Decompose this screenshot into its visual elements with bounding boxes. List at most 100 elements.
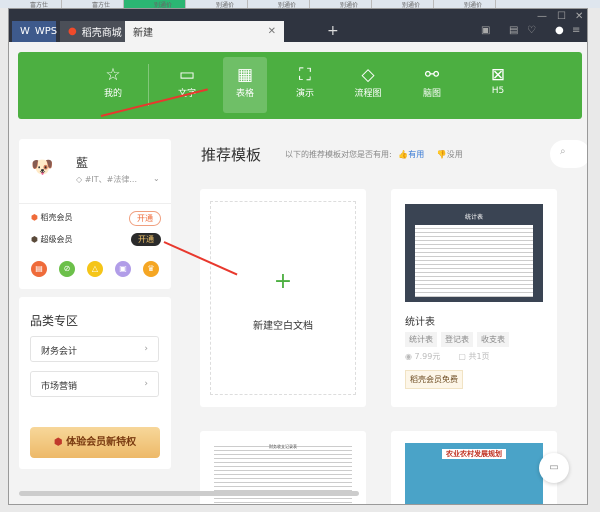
app-icon[interactable]: ⊘ xyxy=(59,261,75,277)
trial-membership-button[interactable]: ⬢ 体验会员新特权 xyxy=(30,427,160,458)
category-item[interactable]: 市场营销 › xyxy=(30,371,159,397)
wps-logo-icon: W xyxy=(20,26,30,37)
template-card[interactable]: 统计表 统计表 统计表 登记表 收支表 ◉ 7.99元 ▢ 共1页 稻壳会员免费 xyxy=(391,189,557,407)
chevron-right-icon: › xyxy=(144,379,148,389)
app-icon[interactable]: △ xyxy=(87,261,103,277)
close-window-button[interactable]: ✕ xyxy=(575,11,583,22)
avatar-icon[interactable]: ● xyxy=(555,25,564,36)
user-name: 藍 xyxy=(76,156,89,170)
type-mindmap[interactable]: ⚯ 脑图 xyxy=(410,57,454,113)
presentation-icon: ⛶ xyxy=(299,65,311,85)
useful-button[interactable]: 👍有用 xyxy=(398,150,424,159)
category-item[interactable]: 财务会计 › xyxy=(30,336,159,362)
template-card[interactable]: 农业农村发展规划 xyxy=(391,431,557,504)
window-count-icon[interactable]: ▣ xyxy=(481,25,490,36)
tab-label: 新建 xyxy=(133,28,153,39)
feedback-bar: 以下的推荐模板对您是否有用: 👍有用 👎没用 xyxy=(285,149,463,160)
chevron-down-icon[interactable]: ⌄ xyxy=(153,174,160,183)
pages: 共1页 xyxy=(468,352,490,361)
plus-icon: + xyxy=(273,269,293,294)
useful-label: 有用 xyxy=(408,150,425,159)
type-mine[interactable]: ☆ 我的 xyxy=(91,57,135,113)
tab-label: WPS xyxy=(34,26,58,37)
tag[interactable]: 收支表 xyxy=(477,332,509,347)
price: 7.99元 xyxy=(414,352,441,361)
type-h5[interactable]: ⊠ H5 xyxy=(476,57,520,113)
template-preview: 统计表 xyxy=(405,204,543,302)
bg-tab[interactable]: 别通价 xyxy=(186,0,248,8)
bg-tab[interactable]: 别通价 xyxy=(124,0,186,8)
type-label: 表格 xyxy=(235,89,254,99)
type-flowchart[interactable]: ◇ 流程图 xyxy=(346,57,390,113)
type-presentation[interactable]: ⛶ 演示 xyxy=(283,57,327,113)
crown-icon[interactable]: ♛ xyxy=(143,261,159,277)
document-icon: ▭ xyxy=(178,65,196,85)
tags-text: #IT、#法律... xyxy=(84,175,137,184)
type-label: 我的 xyxy=(103,89,122,99)
search-icon: ⌕ xyxy=(560,146,566,157)
feedback-prompt: 以下的推荐模板对您是否有用: xyxy=(285,150,392,159)
title-bar: W WPS ● 稻壳商城 新建 ✕ + — ☐ ✕ ▣ ▤ ♡ ● ≡ xyxy=(9,9,587,42)
useless-label: 没用 xyxy=(446,150,463,159)
skin-icon[interactable]: ▤ xyxy=(509,25,518,36)
useless-button[interactable]: 👎没用 xyxy=(437,150,463,159)
chat-icon: ▭ xyxy=(549,462,559,473)
divider xyxy=(19,203,171,204)
category-label: 市场营销 xyxy=(41,382,78,392)
app-icon[interactable]: ▣ xyxy=(115,261,131,277)
add-tab-button[interactable]: + xyxy=(327,23,339,39)
member-label: 稻壳会员 xyxy=(40,213,73,222)
preview-table xyxy=(415,225,533,297)
tab-wps[interactable]: W WPS xyxy=(12,21,58,42)
preview-title: 农业农村发展规划 xyxy=(442,449,506,459)
thumbs-down-icon: 👎 xyxy=(436,150,447,159)
preview-title: 统计表 xyxy=(464,214,483,221)
tab-new[interactable]: 新建 ✕ xyxy=(125,21,284,42)
blank-doc-label: 新建空白文档 xyxy=(253,321,313,332)
category-title: 品类专区 xyxy=(30,314,79,328)
tag[interactable]: 登记表 xyxy=(441,332,473,347)
docer-badge-icon: ⬢ xyxy=(31,213,41,222)
wps-window: W WPS ● 稻壳商城 新建 ✕ + — ☐ ✕ ▣ ▤ ♡ ● ≡ ☆ 我的 ▭文字… xyxy=(8,8,588,505)
maximize-button[interactable]: ☐ xyxy=(557,11,566,22)
type-writer[interactable]: ▭文字 xyxy=(165,57,209,113)
flame-icon: ● xyxy=(68,26,77,37)
bg-tab[interactable]: 富方仕 xyxy=(0,0,62,8)
bg-tab[interactable]: 别通价 xyxy=(310,0,372,8)
thumbs-up-icon: 👍 xyxy=(398,150,409,159)
flowchart-icon: ◇ xyxy=(361,65,375,85)
super-badge-icon: ⬢ xyxy=(31,235,41,244)
bg-tab[interactable]: 别通价 xyxy=(434,0,496,8)
member-label: 超级会员 xyxy=(40,235,73,244)
new-blank-document-card[interactable]: + 新建空白文档 xyxy=(200,189,366,407)
activate-super-button[interactable]: 开通 xyxy=(131,233,161,246)
chat-button[interactable]: ▭ xyxy=(539,453,569,483)
type-label: 脑图 xyxy=(422,89,441,99)
bg-tab[interactable]: 富方仕 xyxy=(62,0,124,8)
app-icon[interactable]: ▤ xyxy=(31,261,47,277)
category-card: 品类专区 财务会计 › 市场营销 › ⬢ 体验会员新特权 xyxy=(19,297,171,469)
table-icon: ▦ xyxy=(236,65,254,85)
template-tags: 统计表 登记表 收支表 xyxy=(405,332,513,347)
type-spreadsheet[interactable]: ▦ 表格 xyxy=(223,57,267,113)
mindmap-icon: ⚯ xyxy=(424,65,440,85)
user-tags[interactable]: ◇ #IT、#法律... xyxy=(76,174,137,185)
tag[interactable]: 统计表 xyxy=(405,332,437,347)
free-badge: 稻壳会员免费 xyxy=(405,370,463,389)
tab-docer-store[interactable]: ● 稻壳商城 xyxy=(60,21,128,42)
avatar[interactable]: 🐶 xyxy=(31,157,53,178)
minimize-button[interactable]: — xyxy=(537,11,547,22)
docer-logo-icon: ⬢ xyxy=(53,437,67,448)
activate-docer-button[interactable]: 开通 xyxy=(129,211,161,226)
bg-tab[interactable]: 别通价 xyxy=(248,0,310,8)
shirt-icon[interactable]: ♡ xyxy=(527,25,536,36)
search-input[interactable]: ⌕ xyxy=(550,140,587,168)
horizontal-scrollbar[interactable] xyxy=(19,491,359,496)
menu-icon[interactable]: ≡ xyxy=(572,25,580,36)
bg-tab[interactable]: 别通价 xyxy=(372,0,434,8)
close-icon[interactable]: ✕ xyxy=(268,26,276,37)
type-label: 演示 xyxy=(295,89,314,99)
type-label: H5 xyxy=(491,86,505,96)
new-doc-type-bar: ☆ 我的 ▭文字 ▦ 表格 ⛶ 演示 ◇ 流程图 ⚯ 脑图 ⊠H5 xyxy=(18,52,582,119)
background-browser-tabs: 富方仕 富方仕 别通价 别通价 别通价 别通价 别通价 别通价 xyxy=(0,0,600,8)
